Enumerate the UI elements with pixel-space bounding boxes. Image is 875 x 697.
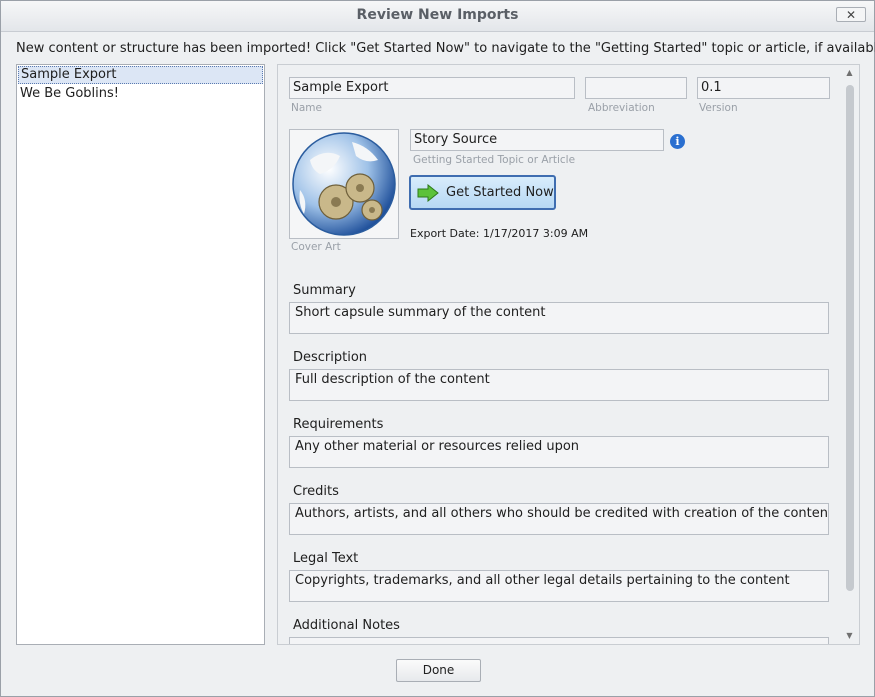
- summary-label: Summary: [293, 283, 356, 298]
- name-field[interactable]: Sample Export: [289, 77, 575, 99]
- version-field[interactable]: 0.1: [697, 77, 830, 99]
- cover-art-caption: Cover Art: [291, 241, 341, 253]
- version-caption: Version: [699, 102, 738, 114]
- description-label: Description: [293, 350, 368, 365]
- legal-text-label: Legal Text: [293, 551, 359, 566]
- summary-field[interactable]: Short capsule summary of the content: [289, 302, 829, 334]
- cover-art-image[interactable]: [289, 129, 399, 239]
- window-title: Review New Imports: [356, 7, 519, 23]
- getting-started-caption: Getting Started Topic or Article: [413, 154, 576, 166]
- additional-notes-label: Additional Notes: [293, 618, 400, 633]
- export-date: Export Date: 1/17/2017 3:09 AM: [410, 227, 589, 240]
- done-button[interactable]: Done: [396, 659, 481, 682]
- info-icon[interactable]: i: [670, 134, 685, 149]
- green-arrow-icon: [417, 183, 439, 214]
- name-caption: Name: [291, 102, 322, 114]
- import-details-panel: Sample Export Name Abbreviation 0.1 Vers…: [277, 64, 860, 645]
- scroll-up-icon[interactable]: ▲: [843, 67, 856, 79]
- additional-notes-field[interactable]: [289, 637, 829, 644]
- requirements-label: Requirements: [293, 417, 384, 432]
- description-field[interactable]: Full description of the content: [289, 369, 829, 401]
- list-item-sample-export[interactable]: Sample Export: [18, 66, 263, 84]
- close-button[interactable]: ✕: [836, 7, 866, 22]
- credits-label: Credits: [293, 484, 339, 499]
- title-bar: Review New Imports ✕: [1, 1, 874, 32]
- review-imports-dialog: Review New Imports ✕ New content or stru…: [0, 0, 875, 697]
- details-scrollbar[interactable]: ▲ ▼: [843, 67, 856, 642]
- get-started-now-button[interactable]: Get Started Now: [409, 175, 556, 210]
- scroll-thumb[interactable]: [846, 85, 854, 591]
- credits-field[interactable]: Authors, artists, and all others who sho…: [289, 503, 829, 535]
- close-icon: ✕: [845, 8, 857, 22]
- legal-text-field[interactable]: Copyrights, trademarks, and all other le…: [289, 570, 829, 602]
- requirements-field[interactable]: Any other material or resources relied u…: [289, 436, 829, 468]
- scroll-down-icon[interactable]: ▼: [843, 630, 856, 642]
- abbreviation-field[interactable]: [585, 77, 687, 99]
- getting-started-field[interactable]: Story Source: [410, 129, 664, 151]
- abbreviation-caption: Abbreviation: [588, 102, 655, 114]
- globe-gears-icon: [292, 132, 396, 236]
- get-started-now-label: Get Started Now: [446, 185, 554, 200]
- imports-list[interactable]: Sample Export We Be Goblins!: [16, 64, 265, 645]
- list-item-we-be-goblins[interactable]: We Be Goblins!: [18, 85, 263, 103]
- intro-text: New content or structure has been import…: [16, 41, 875, 56]
